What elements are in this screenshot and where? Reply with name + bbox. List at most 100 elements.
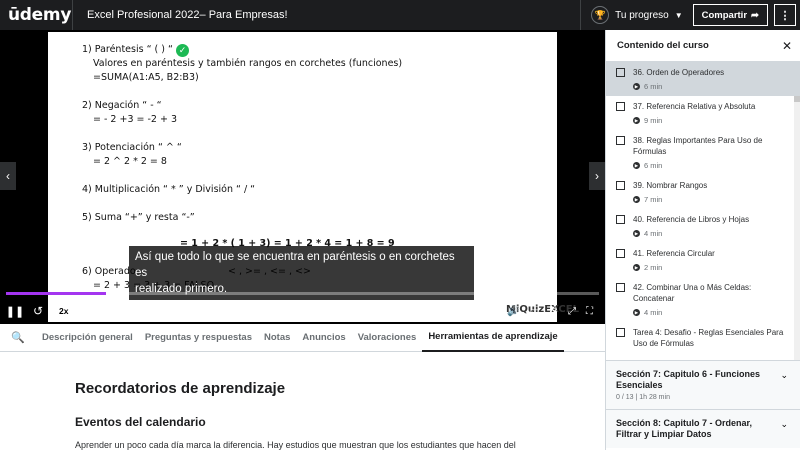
lesson-title: 36. Orden de Operadores — [633, 68, 725, 77]
playback-speed-button[interactable]: 2x — [54, 305, 74, 317]
sidebar-title: Contenido del curso — [617, 40, 709, 51]
slide-line: 5) Suma “+” y resta “-” — [82, 212, 195, 223]
player-right-controls: 🔊 ▭ ⚙ ⤢ ⛶ — [507, 306, 605, 317]
chevron-down-icon: ▼ — [674, 10, 683, 20]
lesson-body: 42. Combinar Una o Más Celdas: Concatena… — [633, 282, 792, 317]
lesson-duration: ▶ 6 min — [633, 161, 792, 170]
chevron-right-icon: › — [595, 169, 599, 183]
next-lecture-button[interactable]: › — [589, 162, 605, 190]
slide-line: =SUMA(A1:A5, B2:B3) — [93, 72, 199, 83]
lesson-title: 38. Reglas Importantes Para Uso de Fórmu… — [633, 136, 763, 156]
forward-icon[interactable]: ↻ — [79, 298, 101, 324]
section-item[interactable]: Sección 8: Capitulo 7 - Ordenar, Filtrar… — [606, 409, 800, 448]
tab-announcements[interactable]: Anuncios — [296, 324, 351, 352]
lesson-item[interactable]: 36. Orden de Operadores ▶ 6 min — [606, 62, 800, 96]
lesson-title: Tarea 4: Desafio - Reglas Esenciales Par… — [633, 328, 784, 348]
share-button[interactable]: Compartir ➦ — [692, 4, 768, 26]
video-progress-fill — [6, 292, 106, 295]
udemy-logo[interactable]: ūdemy — [0, 5, 72, 25]
trophy-icon: 🏆 — [591, 6, 610, 24]
progress-menu[interactable]: 🏆 Tu progreso ▼ — [581, 0, 692, 30]
lesson-list: 36. Orden de Operadores ▶ 6 min 37. Refer… — [606, 62, 800, 354]
volume-icon[interactable]: 🔊 — [507, 306, 519, 317]
slide-line: 3) Potenciación “ ^ “ — [82, 142, 182, 153]
video-progress-bar[interactable] — [6, 292, 599, 295]
close-icon[interactable]: ✕ — [782, 39, 792, 53]
pause-icon[interactable]: ❚❚ — [0, 298, 30, 324]
time-display: 0:58 / 5:39 — [111, 306, 155, 316]
tab-notes[interactable]: Notas — [258, 324, 296, 352]
slide-line: = - 2 +3 = -2 + 3 — [93, 114, 178, 125]
section-title: Sección 7: Capitulo 6 - Funciones Esenci… — [616, 369, 761, 390]
rewind-icon[interactable]: ↺ — [30, 298, 46, 324]
lesson-title: 42. Combinar Una o Más Celdas: Concatena… — [633, 283, 752, 303]
lesson-duration: ▶ 7 min — [633, 195, 792, 204]
lesson-checkbox[interactable] — [616, 328, 625, 337]
duration-text: 4 min — [644, 229, 663, 238]
lesson-item[interactable]: 37. Referencia Relativa y Absoluta ▶ 9 mi… — [606, 96, 800, 130]
lesson-checkbox[interactable] — [616, 136, 625, 145]
player-controls: ❚❚ ↺ 2x ↻ 0:58 / 5:39 ☰ 🔊 ▭ ⚙ ⤢ ⛶ — [0, 298, 605, 324]
slide-line: 2) Negación “ - “ — [82, 100, 162, 111]
lesson-checkbox[interactable] — [616, 181, 625, 190]
tab-overview[interactable]: Descripción general — [36, 324, 139, 352]
tab-qa[interactable]: Preguntas y respuestas — [139, 324, 258, 352]
duration-text: 2 min — [644, 263, 663, 272]
lesson-checkbox[interactable] — [616, 102, 625, 111]
lesson-body: 39. Nombrar Rangos ▶ 7 min — [633, 180, 792, 204]
play-icon: ▶ — [633, 309, 640, 316]
lesson-item[interactable]: 41. Referencia Circular ▶ 2 min — [606, 243, 800, 277]
lesson-title: 39. Nombrar Rangos — [633, 181, 708, 190]
course-content-sidebar: Contenido del curso ✕ 36. Orden de Opera… — [605, 30, 800, 450]
section-item[interactable]: Sección 7: Capitulo 6 - Funciones Esenci… — [606, 360, 800, 409]
progress-label: Tu progreso — [615, 9, 669, 21]
sidebar-header: Contenido del curso ✕ — [606, 30, 800, 62]
lesson-checkbox[interactable] — [616, 249, 625, 258]
play-icon: ▶ — [633, 264, 640, 271]
duration-text: 7 min — [644, 195, 663, 204]
play-icon: ▶ — [633, 230, 640, 237]
lesson-body: 40. Referencia de Libros y Hojas ▶ 4 min — [633, 214, 792, 238]
lesson-item[interactable]: 39. Nombrar Rangos ▶ 7 min — [606, 175, 800, 209]
lesson-duration: ▶ 2 min — [633, 263, 792, 272]
lesson-body: 36. Orden de Operadores ▶ 6 min — [633, 67, 792, 91]
chevron-left-icon: ‹ — [6, 169, 10, 183]
expand-icon[interactable]: ⤢ — [568, 306, 576, 317]
lesson-duration: ▶ 4 min — [633, 229, 792, 238]
settings-icon[interactable]: ⚙ — [549, 306, 558, 317]
lesson-body: 41. Referencia Circular ▶ 2 min — [633, 248, 792, 272]
slide-line: 4) Multiplicación “ * ” y División “ / “ — [82, 184, 256, 195]
lesson-body: Tarea 4: Desafio - Reglas Esenciales Par… — [633, 327, 792, 349]
lesson-item[interactable]: 42. Combinar Una o Más Celdas: Concatena… — [606, 277, 800, 322]
slide-line: 1) Paréntesis “ ( ) “ — [82, 44, 173, 55]
share-label: Compartir — [701, 9, 748, 21]
lesson-item[interactable]: 40. Referencia de Libros y Hojas ▶ 4 min — [606, 209, 800, 243]
lesson-body: 38. Reglas Importantes Para Uso de Fórmu… — [633, 135, 792, 170]
chevron-down-icon: ⌄ — [780, 419, 788, 429]
section-meta: 0 / 13 | 1h 28 min — [616, 394, 670, 401]
lesson-title: 37. Referencia Relativa y Absoluta — [633, 102, 756, 111]
lesson-title: 40. Referencia de Libros y Hojas — [633, 215, 750, 224]
tab-reviews[interactable]: Valoraciones — [352, 324, 423, 352]
lesson-checkbox[interactable] — [616, 68, 625, 77]
lesson-body: 37. Referencia Relativa y Absoluta ▶ 9 mi… — [633, 101, 792, 125]
previous-lecture-button[interactable]: ‹ — [0, 162, 16, 190]
fullscreen-icon[interactable]: ⛶ — [586, 306, 593, 317]
play-icon: ▶ — [633, 162, 640, 169]
course-title[interactable]: Excel Profesional 2022– Para Empresas! — [73, 9, 580, 21]
play-icon: ▶ — [633, 83, 640, 90]
captions-icon[interactable]: ▭ — [530, 306, 539, 317]
video-player[interactable]: 1) Paréntesis “ ( ) “ ✓ Valores en parén… — [0, 30, 605, 324]
section-subheading: Eventos del calendario — [75, 415, 206, 429]
top-bar: ūdemy Excel Profesional 2022– Para Empre… — [0, 0, 800, 30]
lesson-checkbox[interactable] — [616, 215, 625, 224]
tab-learning-tools[interactable]: Herramientas de aprendizaje — [422, 324, 564, 352]
lesson-checkbox[interactable] — [616, 283, 625, 292]
search-icon[interactable]: 🔍 — [0, 324, 36, 352]
lesson-duration: ▶ 6 min — [633, 82, 792, 91]
transcript-icon[interactable]: ☰ — [163, 298, 181, 324]
lesson-item[interactable]: 38. Reglas Importantes Para Uso de Fórmu… — [606, 130, 800, 175]
lesson-item[interactable]: Tarea 4: Desafio - Reglas Esenciales Par… — [606, 322, 800, 354]
more-options-button[interactable]: ⋮ — [774, 4, 796, 26]
play-icon: ▶ — [633, 196, 640, 203]
